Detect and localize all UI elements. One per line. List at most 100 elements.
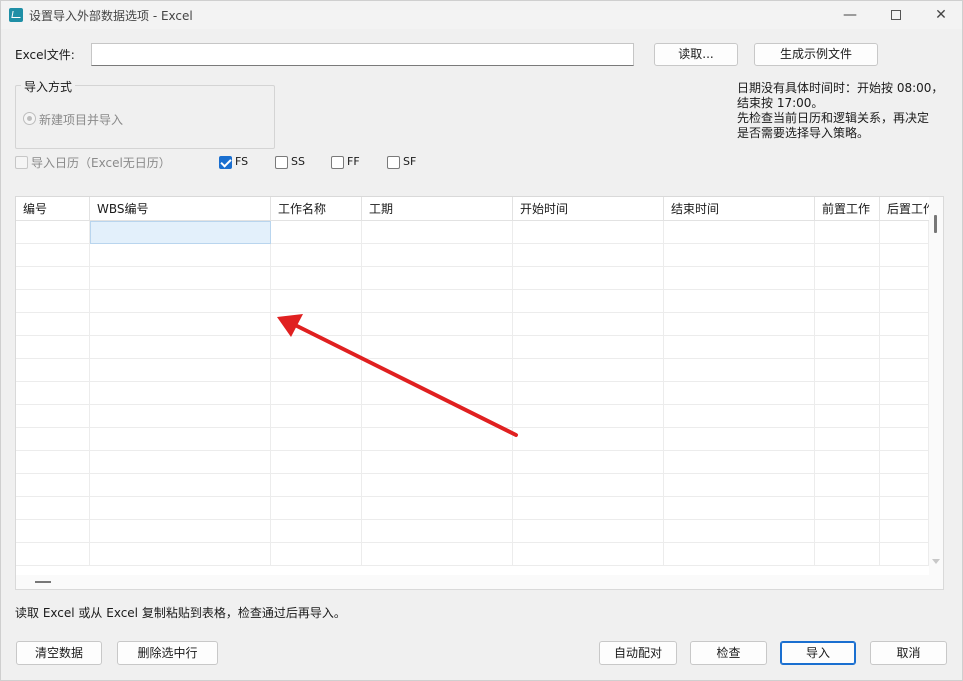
column-header-task-name[interactable]: 工作名称 [271, 197, 362, 221]
table-cell[interactable] [513, 336, 664, 359]
table-cell[interactable] [90, 221, 271, 244]
table-cell[interactable] [664, 336, 815, 359]
table-cell[interactable] [815, 474, 880, 497]
table-cell[interactable] [271, 405, 362, 428]
table-cell[interactable] [90, 244, 271, 267]
table-cell[interactable] [90, 543, 271, 566]
table-cell[interactable] [513, 520, 664, 543]
read-button[interactable]: 读取... [654, 43, 738, 66]
table-cell[interactable] [815, 497, 880, 520]
table-cell[interactable] [16, 543, 90, 566]
table-cell[interactable] [880, 543, 929, 566]
table-cell[interactable] [16, 359, 90, 382]
table-cell[interactable] [815, 359, 880, 382]
table-cell[interactable] [880, 290, 929, 313]
data-grid[interactable]: 编号 WBS编号 工作名称 工期 开始时间 结束时间 前置工作 后置工作 [15, 196, 944, 590]
column-header-wbs[interactable]: WBS编号 [90, 197, 271, 221]
table-cell[interactable] [271, 313, 362, 336]
table-cell[interactable] [271, 543, 362, 566]
table-cell[interactable] [16, 520, 90, 543]
table-row[interactable] [16, 497, 929, 520]
table-cell[interactable] [271, 474, 362, 497]
fs-checkbox[interactable] [219, 156, 232, 169]
table-cell[interactable] [513, 359, 664, 382]
table-cell[interactable] [271, 244, 362, 267]
table-cell[interactable] [815, 336, 880, 359]
table-cell[interactable] [664, 543, 815, 566]
table-cell[interactable] [815, 290, 880, 313]
table-row[interactable] [16, 405, 929, 428]
table-cell[interactable] [664, 290, 815, 313]
table-cell[interactable] [271, 520, 362, 543]
table-cell[interactable] [362, 405, 513, 428]
table-cell[interactable] [513, 405, 664, 428]
table-cell[interactable] [271, 497, 362, 520]
table-cell[interactable] [880, 382, 929, 405]
table-cell[interactable] [16, 221, 90, 244]
column-header-start[interactable]: 开始时间 [513, 197, 664, 221]
table-cell[interactable] [513, 428, 664, 451]
check-button[interactable]: 检查 [690, 641, 767, 665]
table-row[interactable] [16, 290, 929, 313]
table-cell[interactable] [513, 267, 664, 290]
table-cell[interactable] [362, 382, 513, 405]
table-cell[interactable] [880, 474, 929, 497]
table-cell[interactable] [362, 428, 513, 451]
table-row[interactable] [16, 221, 929, 244]
table-cell[interactable] [815, 428, 880, 451]
table-cell[interactable] [90, 359, 271, 382]
table-cell[interactable] [90, 474, 271, 497]
table-cell[interactable] [513, 244, 664, 267]
table-cell[interactable] [815, 520, 880, 543]
table-cell[interactable] [271, 290, 362, 313]
table-cell[interactable] [513, 221, 664, 244]
table-cell[interactable] [362, 520, 513, 543]
table-cell[interactable] [513, 290, 664, 313]
table-cell[interactable] [362, 244, 513, 267]
table-cell[interactable] [90, 382, 271, 405]
table-cell[interactable] [880, 336, 929, 359]
table-row[interactable] [16, 267, 929, 290]
table-row[interactable] [16, 428, 929, 451]
table-cell[interactable] [362, 290, 513, 313]
table-cell[interactable] [513, 451, 664, 474]
table-cell[interactable] [362, 267, 513, 290]
table-cell[interactable] [815, 451, 880, 474]
scroll-down-arrow-icon[interactable] [932, 559, 940, 564]
table-row[interactable] [16, 451, 929, 474]
table-row[interactable] [16, 313, 929, 336]
table-cell[interactable] [664, 405, 815, 428]
table-cell[interactable] [16, 428, 90, 451]
table-cell[interactable] [16, 497, 90, 520]
table-cell[interactable] [880, 428, 929, 451]
table-cell[interactable] [664, 244, 815, 267]
table-cell[interactable] [513, 543, 664, 566]
sf-checkbox[interactable] [387, 156, 400, 169]
table-cell[interactable] [880, 267, 929, 290]
table-cell[interactable] [664, 267, 815, 290]
table-cell[interactable] [16, 313, 90, 336]
table-cell[interactable] [880, 221, 929, 244]
table-cell[interactable] [16, 267, 90, 290]
table-cell[interactable] [664, 451, 815, 474]
table-cell[interactable] [815, 244, 880, 267]
table-cell[interactable] [90, 520, 271, 543]
table-cell[interactable] [513, 474, 664, 497]
table-cell[interactable] [815, 313, 880, 336]
table-cell[interactable] [664, 474, 815, 497]
table-cell[interactable] [271, 336, 362, 359]
table-cell[interactable] [664, 382, 815, 405]
table-cell[interactable] [90, 290, 271, 313]
table-row[interactable] [16, 543, 929, 566]
table-cell[interactable] [362, 497, 513, 520]
table-cell[interactable] [880, 313, 929, 336]
table-cell[interactable] [16, 474, 90, 497]
table-cell[interactable] [664, 428, 815, 451]
table-cell[interactable] [815, 267, 880, 290]
delete-selected-row-button[interactable]: 删除选中行 [117, 641, 218, 665]
table-cell[interactable] [664, 359, 815, 382]
table-cell[interactable] [90, 267, 271, 290]
horizontal-scroll-thumb[interactable] [35, 581, 51, 583]
table-row[interactable] [16, 382, 929, 405]
table-cell[interactable] [513, 313, 664, 336]
